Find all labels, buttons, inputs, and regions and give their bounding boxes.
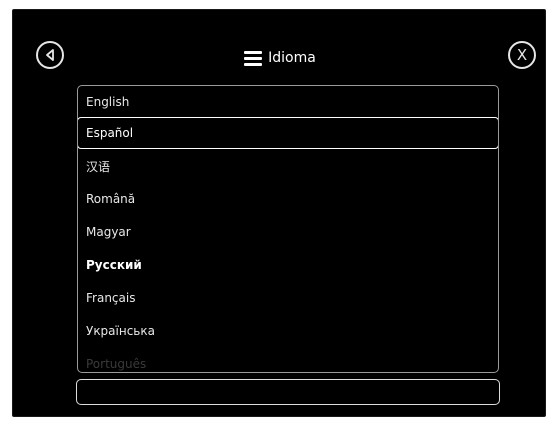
- language-item-label: 汉语: [86, 159, 111, 174]
- dialog-header: Idioma: [13, 50, 547, 66]
- language-item-espanol[interactable]: Español: [78, 117, 498, 149]
- language-list[interactable]: English Español 汉语 Română Magyar Русский…: [77, 85, 499, 373]
- language-item-romana[interactable]: Română: [78, 183, 498, 215]
- bottom-input-field[interactable]: [76, 379, 500, 405]
- language-item-francais[interactable]: Français: [78, 282, 498, 314]
- language-item-magyar[interactable]: Magyar: [78, 216, 498, 248]
- language-item-label: English: [86, 95, 130, 109]
- close-icon: X: [516, 46, 528, 64]
- language-item-portugues[interactable]: Português: [78, 348, 498, 372]
- language-item-ukrainian[interactable]: Українська: [78, 315, 498, 347]
- language-item-label: Русский: [86, 258, 142, 272]
- language-item-english[interactable]: English: [78, 86, 498, 118]
- language-item-chinese[interactable]: 汉语: [78, 150, 498, 182]
- language-item-label: Magyar: [86, 225, 131, 239]
- menu-icon: [244, 50, 263, 66]
- language-dialog: Idioma X English Español 汉语 Română Magya…: [12, 9, 546, 417]
- close-button[interactable]: X: [508, 41, 536, 69]
- language-item-label: Română: [86, 192, 136, 206]
- language-item-label: Français: [86, 291, 136, 305]
- language-item-label: Español: [86, 126, 134, 140]
- language-item-russian[interactable]: Русский: [78, 249, 498, 281]
- page-title: Idioma: [268, 50, 316, 66]
- language-item-label: Português: [86, 357, 147, 371]
- language-item-label: Українська: [86, 324, 155, 338]
